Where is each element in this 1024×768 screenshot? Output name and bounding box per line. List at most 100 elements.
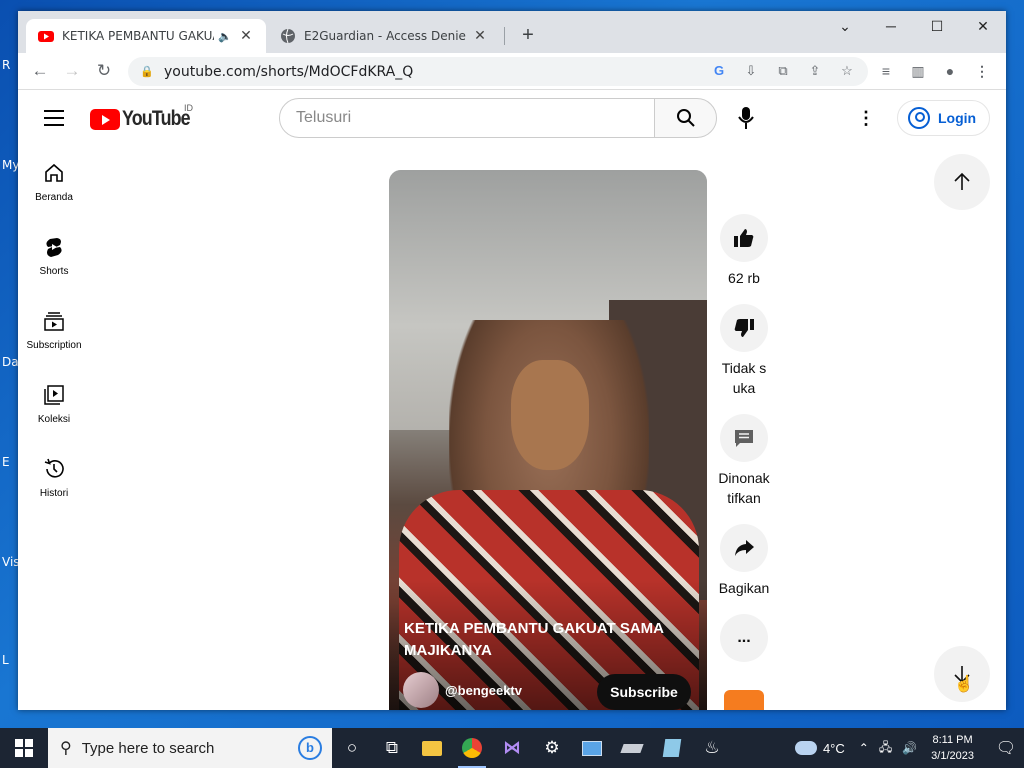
- close-window-button[interactable]: ✕: [960, 11, 1006, 41]
- lock-icon[interactable]: 🔒: [140, 65, 154, 78]
- search-input[interactable]: Telusuri: [279, 98, 655, 138]
- chrome-icon[interactable]: [452, 728, 492, 768]
- subscriptions-icon: [44, 312, 64, 331]
- tab-close-icon[interactable]: ✕: [238, 28, 254, 44]
- channel-avatar[interactable]: [403, 672, 439, 708]
- short-title[interactable]: KETIKA PEMBANTU GAKUAT SAMA MAJIKANYA: [404, 618, 684, 662]
- google-lens-icon[interactable]: G: [710, 62, 728, 80]
- desktop-icon-label[interactable]: My: [2, 158, 19, 172]
- video-frame: [511, 360, 589, 470]
- voice-search-button[interactable]: [726, 98, 766, 138]
- notes-app-icon[interactable]: [652, 728, 692, 768]
- hamburger-menu-icon[interactable]: [44, 110, 64, 126]
- side-panel-icon[interactable]: ▥: [908, 61, 928, 81]
- thumbs-up-icon: [734, 229, 754, 247]
- network-icon[interactable]: 🖧: [879, 738, 892, 759]
- bing-icon[interactable]: b: [298, 736, 322, 760]
- tray-chevron-icon[interactable]: ⌃: [859, 741, 869, 755]
- taskbar-search-box[interactable]: ⚲ Type here to search b: [48, 728, 332, 768]
- country-code: ID: [184, 103, 193, 113]
- comments-button[interactable]: [720, 414, 768, 462]
- more-action[interactable]: ...: [718, 614, 770, 662]
- mouse-cursor-icon: ☝: [954, 676, 974, 693]
- channel-info[interactable]: @bengeektv: [403, 672, 522, 708]
- login-button[interactable]: Login: [897, 100, 990, 136]
- start-button[interactable]: [0, 728, 48, 768]
- url-text[interactable]: youtube.com/shorts/MdOCFdKRA_Q: [164, 64, 413, 80]
- comments-action[interactable]: Dinonaktifkan: [718, 414, 770, 508]
- desktop-icon-label[interactable]: R: [2, 58, 10, 72]
- globe-icon: [281, 28, 295, 44]
- settings-gear-icon[interactable]: ⚙: [532, 728, 572, 768]
- short-video-player[interactable]: KETIKA PEMBANTU GAKUAT SAMA MAJIKANYA @b…: [389, 170, 707, 710]
- steam-icon[interactable]: ♨: [692, 728, 732, 768]
- share-label: Bagikan: [718, 580, 770, 596]
- guide-sidebar: Beranda Shorts Subscription Koleksi Hist…: [18, 146, 90, 516]
- tab-youtube-short[interactable]: KETIKA PEMBANTU GAKUAT SAMA MAJIKANYA 🔈 …: [26, 19, 266, 53]
- control-panel-icon[interactable]: [572, 728, 612, 768]
- translate-icon[interactable]: ⧉: [774, 62, 792, 80]
- back-arrow-icon[interactable]: ←: [28, 59, 52, 83]
- task-view-icon[interactable]: ⧉: [372, 728, 412, 768]
- previous-short-button[interactable]: [934, 154, 990, 210]
- tab-access-denied[interactable]: E2Guardian - Access Denied ✕: [268, 19, 500, 53]
- comments-label: Dinonaktifkan: [718, 470, 770, 506]
- taskbar-clock[interactable]: 8:11 PM 3/1/2023: [931, 732, 974, 764]
- cortana-icon[interactable]: ○: [332, 728, 372, 768]
- guide-item-subscription[interactable]: Subscription: [18, 294, 90, 368]
- remix-thumbnail[interactable]: [724, 690, 764, 710]
- like-action[interactable]: 62 rb: [718, 214, 770, 288]
- share-button[interactable]: [720, 524, 768, 572]
- desktop-icon-label[interactable]: Vis: [2, 555, 20, 569]
- subscribe-button[interactable]: Subscribe: [597, 674, 691, 710]
- guide-label: Beranda: [35, 192, 73, 203]
- desktop-icon-label[interactable]: L: [2, 653, 9, 667]
- tab-close-icon[interactable]: ✕: [472, 28, 488, 44]
- maximize-button[interactable]: ☐: [914, 11, 960, 41]
- taskbar: ⚲ Type here to search b ○ ⧉ ⋈ ⚙ ♨ 4°C ⌃ …: [0, 728, 1024, 768]
- settings-more-icon[interactable]: ⋮: [854, 106, 878, 130]
- youtube-header: YouTube ID Telusuri ⋮ Login: [18, 90, 1006, 146]
- file-explorer-icon[interactable]: [412, 728, 452, 768]
- thumbs-down-icon: [734, 319, 754, 337]
- dislike-action[interactable]: Tidak suka: [718, 304, 770, 398]
- desktop-icon-label[interactable]: Da: [2, 355, 19, 369]
- new-tab-button[interactable]: +: [516, 23, 540, 47]
- guide-item-koleksi[interactable]: Koleksi: [18, 368, 90, 442]
- comment-icon: [735, 430, 753, 447]
- visual-studio-icon[interactable]: ⋈: [492, 728, 532, 768]
- tab-strip: KETIKA PEMBANTU GAKUAT SAMA MAJIKANYA 🔈 …: [18, 11, 1006, 53]
- share-page-icon[interactable]: ⇪: [806, 62, 824, 80]
- media-control-icon[interactable]: ≡: [876, 61, 896, 81]
- install-app-icon[interactable]: ⇩: [742, 62, 760, 80]
- forward-arrow-icon[interactable]: →: [60, 59, 84, 83]
- profile-icon[interactable]: ●: [940, 61, 960, 81]
- windows-logo-icon: [15, 739, 33, 757]
- notification-icon[interactable]: 🗨: [988, 738, 1024, 758]
- youtube-logo[interactable]: YouTube ID: [90, 103, 202, 131]
- like-button[interactable]: [720, 214, 768, 262]
- speaker-icon[interactable]: 🔈: [218, 30, 232, 43]
- reload-icon[interactable]: ↻: [92, 59, 116, 83]
- tab-search-chevron-icon[interactable]: ⌄: [822, 11, 868, 41]
- bookmark-star-icon[interactable]: ☆: [838, 62, 856, 80]
- guide-item-beranda[interactable]: Beranda: [18, 146, 90, 220]
- search-button[interactable]: [654, 98, 717, 138]
- share-action[interactable]: Bagikan: [718, 524, 770, 598]
- channel-name[interactable]: @bengeektv: [445, 683, 522, 698]
- taskbar-search-placeholder: Type here to search: [81, 739, 215, 757]
- guide-item-histori[interactable]: Histori: [18, 442, 90, 516]
- youtube-page: YouTube ID Telusuri ⋮ Login Beranda Shor…: [18, 90, 1006, 710]
- volume-icon[interactable]: 🔊: [902, 741, 917, 755]
- browser-menu-icon[interactable]: ⋮: [972, 61, 992, 81]
- drive-icon[interactable]: [612, 728, 652, 768]
- weather-widget[interactable]: 4°C: [794, 741, 845, 756]
- guide-item-shorts[interactable]: Shorts: [18, 220, 90, 294]
- desktop-icon-label[interactable]: E: [2, 455, 10, 469]
- guide-label: Shorts: [39, 266, 69, 277]
- minimize-button[interactable]: ─: [868, 11, 914, 41]
- tab-title: E2Guardian - Access Denied: [304, 29, 466, 43]
- more-options-button[interactable]: ...: [720, 614, 768, 662]
- youtube-icon: [38, 31, 54, 42]
- dislike-button[interactable]: [720, 304, 768, 352]
